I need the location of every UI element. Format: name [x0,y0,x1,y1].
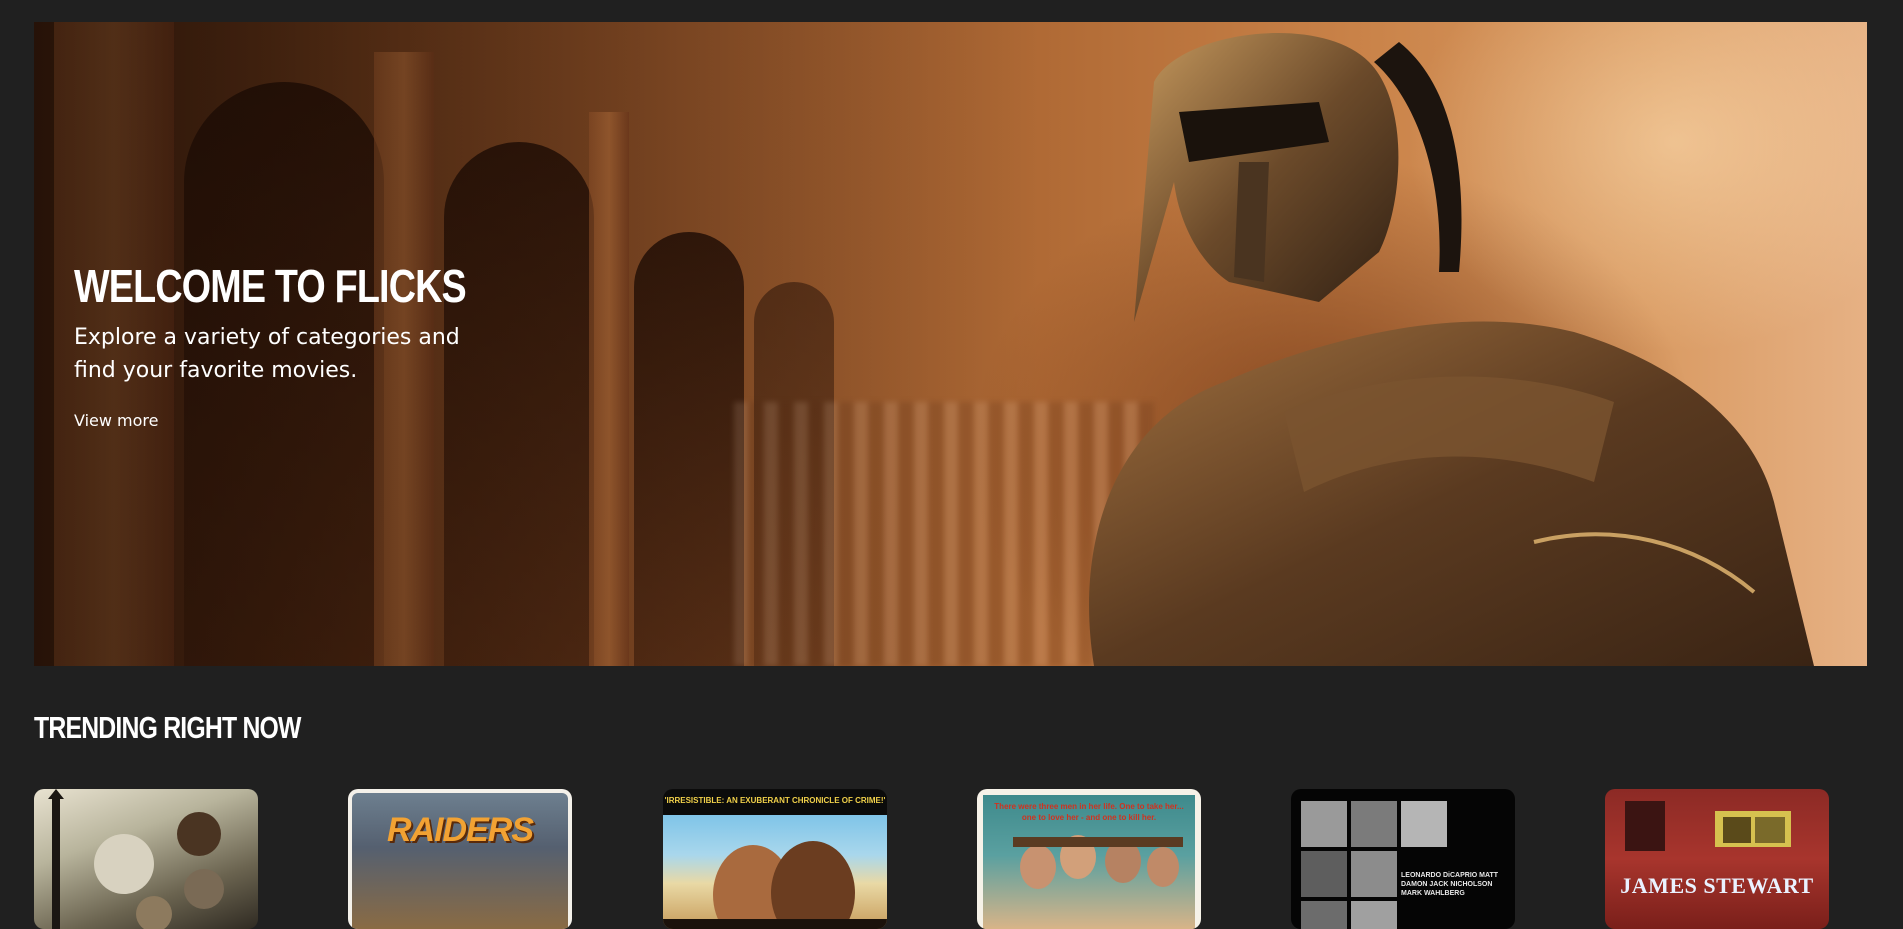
movie-poster-city-of-god[interactable]: 'IRRESISTIBLE: AN EXUBERANT CHRONICLE OF… [663,789,887,929]
hero-title: Welcome to Flicks [74,260,467,312]
poster-art [663,815,887,929]
movie-poster-once-upon-a-time[interactable]: There were three men in her life. One to… [977,789,1201,929]
trending-posters-row: RAIDERS 'IRRESISTIBLE: AN EXUBERANT CHRO… [34,789,1867,929]
hero-subtitle: Explore a variety of categories and find… [74,325,460,383]
poster-caption: JAMES STEWART [1620,873,1814,898]
poster-art [1625,801,1791,851]
poster-caption: LEONARDO DiCAPRIO MATT DAMON JACK NICHOL… [1401,872,1499,897]
movie-poster-departed[interactable]: LEONARDO DiCAPRIO MATT DAMON JACK NICHOL… [1291,789,1515,929]
poster-caption: 'IRRESISTIBLE: AN EXUBERANT CHRONICLE OF… [664,796,886,805]
poster-art [48,789,224,929]
poster-art [1301,801,1447,929]
poster-caption: There were three men in her life. One to… [994,802,1184,822]
trending-heading: Trending Right Now [34,710,301,745]
poster-caption: RAIDERS [386,811,534,849]
movie-poster-raiders[interactable]: RAIDERS [348,789,572,929]
hero-banner: Welcome to Flicks Explore a variety of c… [34,22,1867,666]
movie-poster-lotr[interactable] [34,789,258,929]
movie-poster-rear-window[interactable]: JAMES STEWART [1605,789,1829,929]
hero-content: Welcome to Flicks Explore a variety of c… [74,259,494,430]
view-more-link[interactable]: View more [74,411,159,430]
